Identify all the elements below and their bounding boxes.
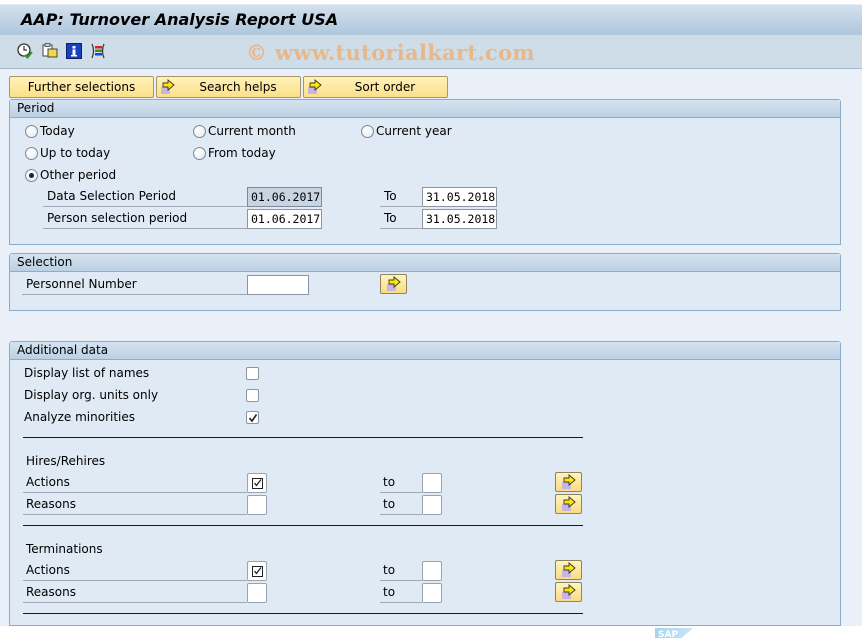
radio-current-year-label: Current year: [376, 124, 452, 138]
display-list-of-names-checkbox[interactable]: [246, 367, 259, 380]
radio-today-label: Today: [40, 124, 75, 138]
terminations-reasons-to-label: to: [380, 583, 422, 603]
arrow-right-icon: [561, 584, 576, 599]
terminations-actions-multiple-selection-button[interactable]: [555, 560, 582, 580]
terminations-reasons-from-field[interactable]: [247, 583, 267, 603]
separator: [23, 613, 583, 614]
further-selections-button[interactable]: Further selections: [9, 76, 154, 98]
person-selection-to-field[interactable]: 31.05.2018: [422, 209, 497, 229]
hires-actions-to-label: to: [380, 473, 422, 493]
application-toolbar: © www.tutorialkart.com: [0, 35, 862, 69]
radio-button[interactable]: [25, 124, 38, 138]
sort-order-label: Sort order: [354, 80, 416, 94]
radio-from-today-label: From today: [208, 146, 276, 160]
radio-up-to-today[interactable]: Up to today: [25, 146, 110, 160]
additional-data-group-title: Additional data: [10, 342, 840, 360]
period-group-title: Period: [10, 100, 840, 118]
radio-current-month-label: Current month: [208, 124, 296, 138]
arrow-right-icon: [561, 562, 576, 577]
terminations-title: Terminations: [26, 542, 103, 556]
execute-icon[interactable]: [17, 43, 33, 59]
terminations-actions-to-label: to: [380, 561, 422, 581]
person-selection-period-label: Person selection period: [43, 209, 247, 229]
hires-actions-label: Actions: [23, 473, 247, 493]
arrow-right-icon: [308, 79, 322, 94]
terminations-reasons-label: Reasons: [23, 583, 247, 603]
personnel-number-label: Personnel Number: [22, 275, 247, 295]
get-variant-icon[interactable]: [42, 43, 58, 59]
hires-actions-multiple-selection-button[interactable]: [555, 472, 582, 492]
radio-button[interactable]: [193, 146, 206, 160]
info-icon[interactable]: [66, 43, 82, 59]
analyze-minorities-label: Analyze minorities: [24, 410, 136, 424]
person-selection-from-field[interactable]: 01.06.2017: [247, 209, 322, 229]
data-selection-from-field[interactable]: 01.06.2017: [247, 187, 322, 207]
terminations-actions-from-field[interactable]: [247, 561, 267, 581]
watermark: © www.tutorialkart.com: [246, 40, 535, 65]
data-selection-period-label: Data Selection Period: [43, 187, 247, 207]
hires-reasons-to-label: to: [380, 495, 422, 515]
search-helps-label: Search helps: [199, 80, 277, 94]
sort-order-button[interactable]: Sort order: [303, 76, 448, 98]
person-selection-to-label: To: [380, 209, 422, 229]
separator: [23, 437, 583, 438]
terminations-reasons-to-field[interactable]: [422, 583, 442, 603]
checkbox-checked-icon: [251, 565, 263, 577]
checkbox-checked-icon: [251, 477, 263, 489]
search-helps-button[interactable]: Search helps: [156, 76, 301, 98]
arrow-right-icon: [561, 474, 576, 489]
radio-button[interactable]: [193, 124, 206, 138]
hires-reasons-multiple-selection-button[interactable]: [555, 494, 582, 514]
personnel-number-field[interactable]: [247, 275, 309, 295]
further-selections-label: Further selections: [27, 80, 136, 94]
display-list-of-names-label: Display list of names: [24, 366, 150, 380]
radio-up-to-today-label: Up to today: [40, 146, 111, 160]
radio-other-period-label: Other period: [40, 168, 117, 182]
hires-rehires-title: Hires/Rehires: [26, 454, 106, 468]
radio-from-today[interactable]: From today: [193, 146, 276, 160]
sap-logo: SAP: [655, 628, 693, 638]
analyze-minorities-checkbox[interactable]: [246, 411, 259, 424]
display-org-units-only-label: Display org. units only: [24, 388, 159, 402]
hires-reasons-label: Reasons: [23, 495, 247, 515]
arrow-right-icon: [561, 496, 576, 511]
radio-current-year[interactable]: Current year: [361, 124, 452, 138]
radio-button[interactable]: [361, 124, 374, 138]
arrow-right-icon: [161, 79, 175, 94]
hires-reasons-from-field[interactable]: [247, 495, 267, 515]
radio-today[interactable]: Today: [25, 124, 75, 138]
separator: [23, 525, 583, 526]
radio-other-period[interactable]: Other period: [25, 168, 116, 182]
data-selection-to-field[interactable]: 31.05.2018: [422, 187, 497, 207]
arrow-right-icon: [386, 276, 401, 291]
display-org-units-only-checkbox[interactable]: [246, 389, 259, 402]
selection-group-title: Selection: [10, 254, 840, 272]
radio-button[interactable]: [25, 146, 38, 160]
hires-reasons-to-field[interactable]: [422, 495, 442, 515]
selection-options-icon[interactable]: [90, 43, 106, 59]
radio-button-selected[interactable]: [25, 168, 38, 182]
window-title: AAP: Turnover Analysis Report USA: [21, 10, 339, 29]
title-bar: AAP: Turnover Analysis Report USA: [0, 4, 862, 35]
hires-actions-to-field[interactable]: [422, 473, 442, 493]
radio-current-month[interactable]: Current month: [193, 124, 296, 138]
hires-actions-from-field[interactable]: [247, 473, 267, 493]
terminations-actions-to-field[interactable]: [422, 561, 442, 581]
data-selection-to-label: To: [380, 187, 422, 207]
terminations-actions-label: Actions: [23, 561, 247, 581]
terminations-reasons-multiple-selection-button[interactable]: [555, 582, 582, 602]
personnel-multiple-selection-button[interactable]: [380, 274, 407, 294]
checkmark-icon: [248, 413, 257, 422]
